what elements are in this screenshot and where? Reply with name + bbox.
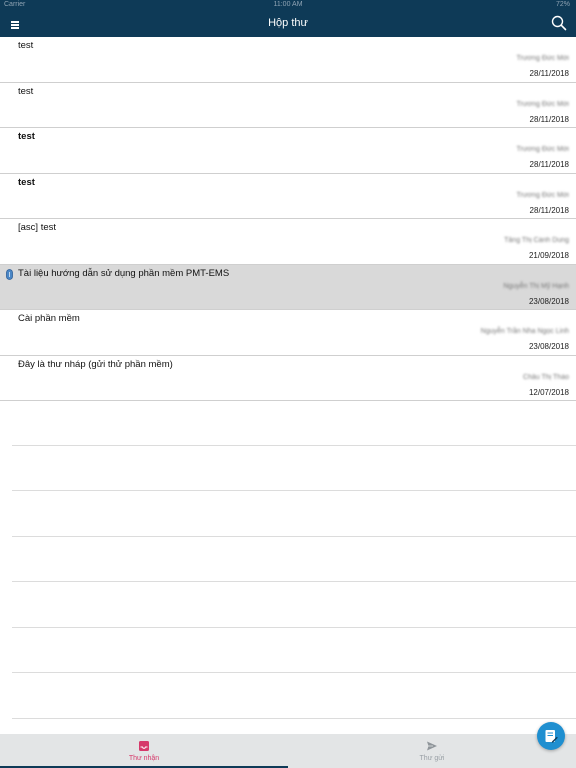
empty-row-divider [12,400,576,446]
message-subject: Tài liệu hướng dẫn sử dụng phần mềm PMT-… [18,267,230,279]
message-subject: Cài phần mềm [18,313,80,324]
page-title: Hộp thư [268,17,308,29]
empty-row-divider [12,446,576,491]
message-sender: Nguyễn Trần Nha Ngọc Linh [480,328,569,335]
message-sender: Trương Đức Mời [516,100,569,108]
message-subject: test [18,85,34,97]
search-icon[interactable] [551,15,567,31]
tab-inbox-label: Thư nhận [128,755,160,762]
send-icon [427,741,437,751]
battery-level: 72% [555,1,570,8]
message-subject: test [18,40,34,51]
message-sender: Nguyễn Thị Mỹ Hạnh [503,282,569,290]
empty-row-divider [12,673,576,719]
message-subject: Đây là thư nháp (gửi thử phần mềm) [18,358,173,370]
app-header: Carrier 11:00 AM 72% Hộp thư [0,0,576,37]
message-sender: Tăng Thị Cảnh Dung [504,237,569,244]
message-row[interactable]: Tài liệu hướng dẫn sử dụng phần mềm PMT-… [0,264,576,310]
nav-bar: Hộp thư [0,10,576,37]
tab-inbox[interactable]: Thư nhận [0,734,288,768]
empty-row-divider [12,537,576,582]
compose-button[interactable] [537,722,565,750]
message-subject: test [18,176,35,188]
message-date: 12/07/2018 [528,387,569,397]
message-date: 28/11/2018 [529,160,569,169]
message-sender: Trương Đức Mời [516,55,569,62]
message-row[interactable]: test Trương Đức Mời 28/11/2018 [0,173,576,219]
empty-row-divider [12,628,576,673]
message-date: 23/08/2018 [528,342,569,351]
status-bar: Carrier 11:00 AM 72% [0,0,576,10]
message-date: 28/11/2018 [529,205,569,215]
message-date: 23/08/2018 [528,296,569,306]
compose-icon [545,730,558,743]
empty-list-area [12,400,576,719]
message-list: test Trương Đức Mời 28/11/2018 test Trương Đ… [0,37,576,401]
message-sender: Trương Đức Mời [516,146,569,153]
message-sender: Trương Đức Mời [516,191,569,199]
clock: 11:00 AM [273,1,303,8]
tab-sent[interactable]: Thư gửi [288,734,576,768]
bottom-tab-bar: Thư nhận Thư gửi [0,734,576,768]
message-row[interactable]: [asc] test Tăng Thị Cảnh Dung 21/09/2018 [0,219,576,265]
message-date: 28/11/2018 [529,114,569,124]
message-date: 21/09/2018 [528,251,569,260]
empty-row-divider [12,491,576,537]
message-subject: [asc] test [18,222,57,233]
message-row[interactable]: test Trương Đức Mời 28/11/2018 [0,128,576,174]
tab-sent-label: Thư gửi [419,755,445,762]
message-date: 28/11/2018 [529,69,569,78]
inbox-icon [139,741,149,751]
message-subject: test [18,131,35,142]
message-row[interactable]: Đây là thư nháp (gửi thử phần mềm) Châu T… [0,355,576,401]
message-row[interactable]: test Trương Đức Mời 28/11/2018 [0,37,576,83]
paperclip-icon [6,268,13,280]
empty-row-divider [12,582,576,628]
message-row[interactable]: Cài phần mềm Nguyễn Trần Nha Ngọc Linh 23/… [0,310,576,356]
message-row[interactable]: test Trương Đức Mời 28/11/2018 [0,82,576,128]
message-sender: Châu Thị Thảo [522,373,569,381]
menu-icon[interactable] [7,16,23,32]
